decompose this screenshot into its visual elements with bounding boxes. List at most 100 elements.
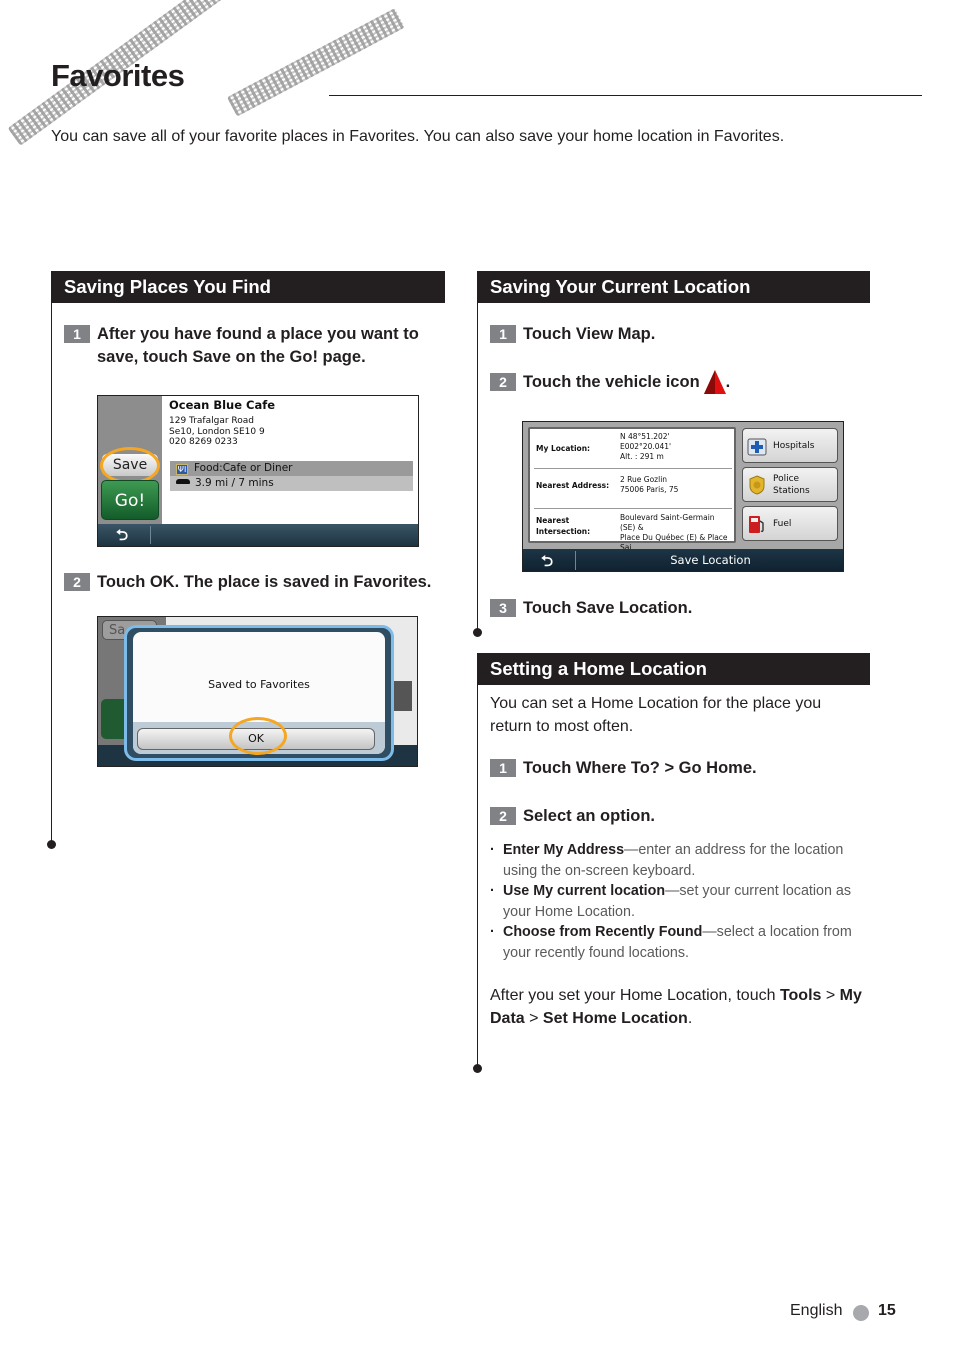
step-text: Select an option. (523, 807, 656, 825)
nearest-intersection-row: Nearest Intersection: Boulevard Saint-Ge… (536, 513, 728, 552)
hospitals-button[interactable]: Hospitals (742, 428, 838, 463)
home-after-text: After you set your Home Location, touch … (490, 984, 870, 1030)
step-number: 2 (490, 807, 516, 825)
car-icon (176, 479, 190, 484)
step-number: 1 (64, 325, 90, 343)
background-row (394, 681, 412, 711)
fuel-button[interactable]: Fuel (742, 506, 838, 541)
option-item: Choose from Recently Found—select a loca… (490, 922, 865, 963)
address-line: 129 Trafalgar Road (169, 416, 254, 426)
section-end-dot (47, 840, 56, 849)
category-row: ΨΙ Food:Cafe or Diner (170, 461, 413, 476)
my-location-row: My Location: N 48°51.202' E002°20.041' A… (536, 432, 728, 466)
police-badge-icon (749, 475, 765, 495)
step-2: 2 Select an option. (490, 805, 865, 828)
food-icon: ΨΙ (176, 464, 188, 475)
vehicle-icon (703, 370, 726, 394)
step-text: Touch Save Location. (523, 599, 693, 617)
step-text: Touch View Map. (523, 325, 656, 343)
step-text: Touch Where To? > Go Home. (523, 759, 757, 777)
highlight-ring (229, 717, 287, 755)
address-line: 75006 Paris, 75 (620, 485, 679, 494)
dialog-message: Saved to Favorites (208, 678, 310, 691)
option-item: Enter My Address—enter an address for th… (490, 840, 865, 881)
section-heading: Saving Places You Find (51, 271, 445, 303)
bar-separator (150, 526, 151, 544)
location-info-panel: My Location: N 48°51.202' E002°20.041' A… (528, 427, 736, 552)
text-run: After you set your Home Location, touch (490, 987, 780, 1004)
address-line: Se10, London SE10 9 (169, 426, 265, 437)
label-line: Nearest (536, 516, 570, 525)
category-label: Food:Cafe or Diner (194, 462, 293, 474)
option-name: Use My current location (503, 883, 666, 899)
intersection-line: Boulevard Saint-Germain (SE) & (620, 513, 715, 532)
divider (534, 468, 732, 469)
back-arrow-icon[interactable]: ⮌ (116, 525, 128, 546)
step-text: Touch the vehicle icon (523, 373, 700, 391)
step-text-suffix: . (725, 373, 731, 391)
poi-label: Police Stations (773, 473, 810, 497)
highlight-ring (100, 447, 160, 484)
police-stations-button[interactable]: Police Stations (742, 467, 838, 502)
nearest-address-row: Nearest Address: 2 Rue Gozlin 75006 Pari… (536, 473, 728, 503)
altitude: Alt. : 291 m (620, 452, 664, 461)
section-end-dot (473, 628, 482, 637)
my-location-label: My Location: (536, 444, 591, 453)
back-arrow-icon[interactable]: ⮌ (541, 551, 553, 571)
page-number: 15 (878, 1302, 896, 1319)
step-1: 1 Touch View Map. (490, 323, 865, 346)
section-end-dot (473, 1064, 482, 1073)
option-item: Use My current location—set your current… (490, 881, 865, 922)
section-saving-current: Saving Your Current Location (477, 271, 870, 303)
step-number: 1 (490, 325, 516, 343)
hospital-icon (747, 438, 767, 456)
section-rule-right-2 (477, 685, 478, 1068)
step-text: Touch OK. The place is saved in Favorite… (97, 573, 432, 591)
step-2: 2 Touch the vehicle icon . (490, 370, 865, 394)
my-location-values: N 48°51.202' E002°20.041' Alt. : 291 m (620, 432, 671, 462)
footer-language: English (790, 1302, 843, 1319)
fuel-pump-icon (749, 516, 764, 533)
step-number: 1 (490, 759, 516, 777)
menu-path-tools: Tools (779, 987, 822, 1004)
tire-track-decoration-right (226, 8, 405, 117)
option-name: Enter My Address (503, 842, 625, 858)
intro-text: You can save all of your favorite places… (51, 128, 785, 145)
path-separator: > (524, 1010, 543, 1027)
nearest-intersection-values: Boulevard Saint-Germain (SE) & Place Du … (620, 513, 728, 553)
label-line: Intersection: (536, 527, 591, 536)
footer-dot-icon (853, 1305, 869, 1321)
step-number: 2 (490, 373, 516, 391)
section-heading: Setting a Home Location (477, 653, 870, 685)
latitude: N 48°51.202' (620, 432, 670, 441)
section-heading: Saving Your Current Location (477, 271, 870, 303)
poi-label: Hospitals (773, 441, 815, 451)
text-run: . (687, 1010, 693, 1027)
place-address: 129 Trafalgar Road Se10, London SE10 9 0… (169, 416, 265, 448)
bottom-bar (98, 524, 418, 546)
label-line: Police (773, 474, 800, 484)
place-name: Ocean Blue Cafe (169, 398, 276, 412)
label-line: Stations (773, 486, 810, 496)
longitude: E002°20.041' (620, 442, 672, 451)
step-2: 2 Touch OK. The place is saved in Favori… (64, 571, 439, 594)
step-1: 1 After you have found a place you want … (64, 323, 439, 369)
save-location-button[interactable]: Save Location (576, 549, 843, 571)
section-home-location: Setting a Home Location (477, 653, 870, 685)
distance-row: 3.9 mi / 7 mins (170, 476, 413, 491)
step-number: 2 (64, 573, 90, 591)
menu-path-set-home-location: Set Home Location (542, 1010, 688, 1027)
step-number: 3 (490, 599, 516, 617)
nearest-address-label: Nearest Address: (536, 481, 610, 490)
home-intro: You can set a Home Location for the plac… (490, 695, 822, 735)
divider (534, 508, 732, 509)
title-rule (329, 95, 922, 96)
nearest-intersection-label: Nearest Intersection: (536, 515, 590, 537)
go-button[interactable]: Go! (101, 480, 159, 520)
option-name: Choose from Recently Found (503, 924, 703, 940)
home-options-list: Enter My Address—enter an address for th… (490, 840, 865, 963)
poi-label: Fuel (773, 519, 792, 529)
device-screen-place-details: Save Go! Ocean Blue Cafe 129 Trafalgar R… (97, 395, 419, 547)
page-title: Favorites (51, 58, 185, 93)
step-text: After you have found a place you want to… (97, 325, 419, 366)
